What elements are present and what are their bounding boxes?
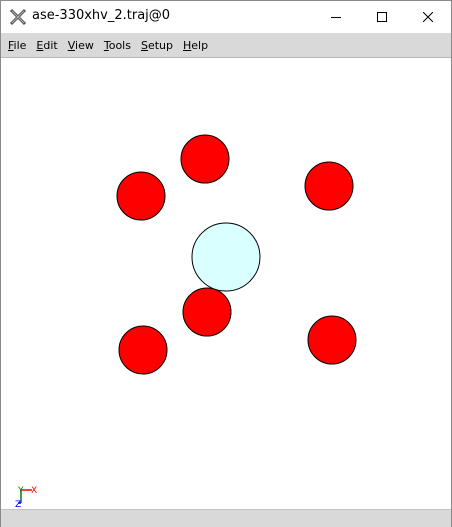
minimize-button[interactable] [313, 1, 359, 33]
atoms-scene: X Y Z [15, 134, 357, 509]
menu-tools-label: ools [108, 38, 131, 52]
close-button[interactable] [405, 1, 451, 33]
menu-file[interactable]: File [3, 36, 31, 55]
maximize-button[interactable] [359, 1, 405, 33]
menu-view-label: iew [75, 38, 94, 52]
menu-view-mnemonic: V [67, 38, 76, 52]
menu-view[interactable]: View [63, 36, 99, 55]
atoms-view-canvas[interactable]: X Y Z [1, 58, 451, 509]
atom-oxygen[interactable] [116, 171, 166, 221]
title-bar[interactable]: ase-330xhv_2.traj@0 [1, 1, 451, 33]
menu-bar: File Edit View Tools Setup Help [1, 33, 451, 58]
menu-edit[interactable]: Edit [31, 36, 62, 55]
atom-oxygen[interactable] [118, 325, 168, 375]
x-axis-label: X [31, 486, 37, 496]
menu-help[interactable]: Help [178, 36, 213, 55]
menu-help-label: elp [191, 38, 209, 52]
y-axis-label: Y [17, 486, 24, 496]
minimize-icon [331, 12, 341, 22]
menu-tools[interactable]: Tools [99, 36, 136, 55]
menu-setup-label: etup [147, 38, 173, 52]
maximize-icon [377, 12, 387, 22]
atom-oxygen[interactable] [180, 134, 230, 184]
atom-oxygen[interactable] [304, 161, 354, 211]
atom-oxygen[interactable] [182, 287, 232, 337]
atom-central[interactable] [191, 222, 261, 292]
menu-setup-mnemonic: S [140, 38, 148, 52]
ase-x-logo-icon [9, 8, 27, 26]
window-title: ase-330xhv_2.traj@0 [32, 8, 171, 23]
atom-oxygen[interactable] [307, 315, 357, 365]
status-bar [1, 509, 451, 527]
menu-edit-label: dit [43, 38, 58, 52]
menu-setup[interactable]: Setup [136, 36, 178, 55]
menu-file-label: ile [13, 38, 27, 52]
ase-gui-window: ase-330xhv_2.traj@0 File Edit View Tools… [0, 0, 452, 527]
close-icon [423, 12, 433, 22]
axis-indicator: X Y Z [15, 486, 37, 509]
z-axis-label: Z [15, 500, 21, 509]
